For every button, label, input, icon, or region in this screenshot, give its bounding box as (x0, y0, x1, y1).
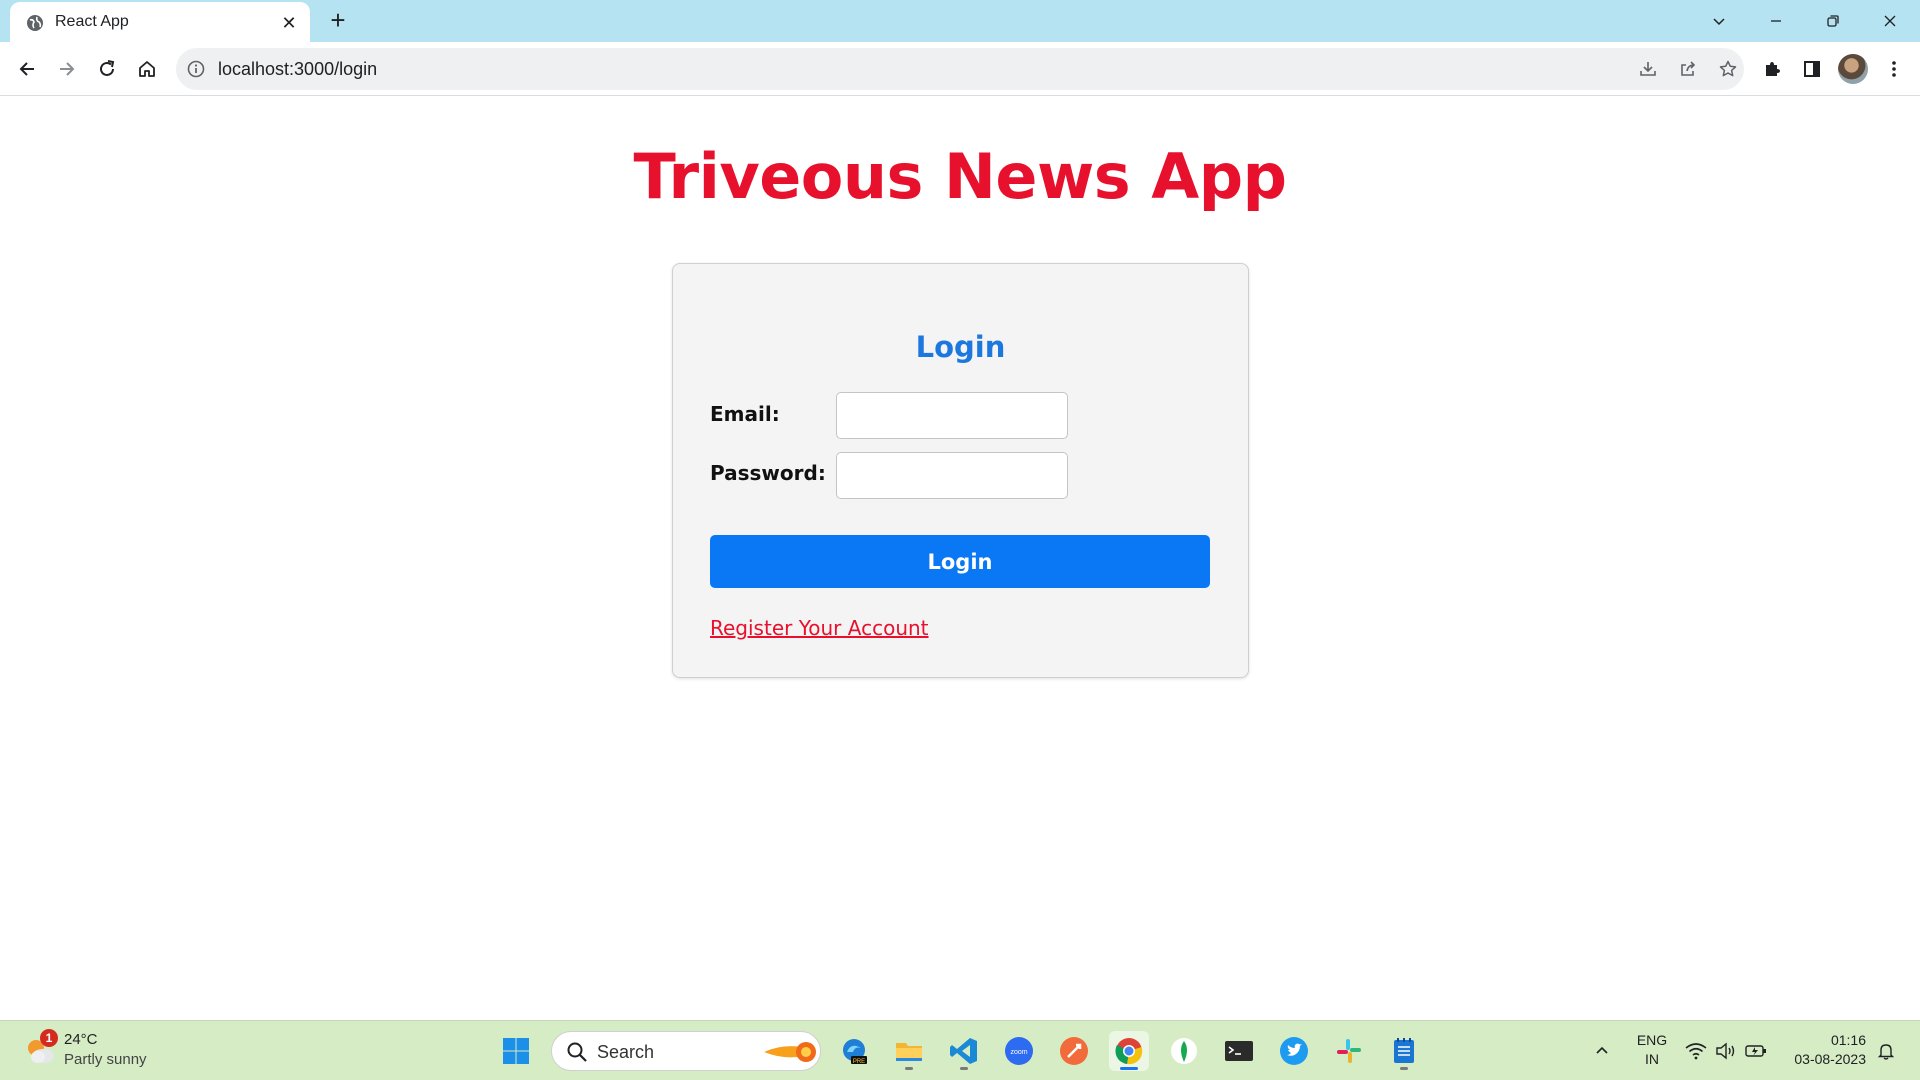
running-indicator (905, 1067, 913, 1070)
svg-text:PRE: PRE (853, 1059, 865, 1065)
login-card: Login Email: Password: Login Register Yo… (672, 263, 1249, 678)
clock-time: 01:16 (1830, 1032, 1866, 1048)
more-icon[interactable] (1878, 53, 1910, 85)
share-icon[interactable] (1676, 57, 1700, 81)
twitter-icon[interactable] (1274, 1031, 1314, 1071)
weather-description: Partly sunny (64, 1051, 147, 1068)
battery-icon[interactable] (1742, 1035, 1770, 1067)
search-icon (566, 1041, 588, 1063)
email-field[interactable] (836, 392, 1068, 439)
terminal-icon[interactable] (1219, 1031, 1259, 1071)
restore-icon[interactable] (1818, 6, 1848, 36)
svg-text:zoom: zoom (1010, 1049, 1027, 1056)
search-highlight-icon (762, 1038, 818, 1066)
install-icon[interactable] (1636, 57, 1660, 81)
plus-icon[interactable]: + (325, 7, 351, 34)
weather-temperature: 24°C (64, 1031, 98, 1048)
chrome-icon[interactable] (1109, 1031, 1149, 1071)
clock-date: 03-08-2023 (1794, 1051, 1866, 1067)
address-bar[interactable]: localhost:3000/login (176, 48, 1744, 90)
back-icon[interactable] (11, 53, 43, 85)
close-icon[interactable]: ✕ (278, 12, 300, 34)
register-link[interactable]: Register Your Account (710, 616, 929, 640)
taskbar-search[interactable]: Search (551, 1031, 821, 1071)
url-text[interactable]: localhost:3000/login (218, 59, 377, 80)
reload-icon[interactable] (91, 53, 123, 85)
volume-icon[interactable] (1712, 1035, 1740, 1067)
form-title: Login (915, 330, 1006, 364)
taskbar-search-placeholder: Search (597, 1042, 655, 1062)
windows-start-icon[interactable] (496, 1031, 536, 1071)
running-indicator (1400, 1067, 1408, 1070)
puzzle-icon[interactable] (1756, 53, 1788, 85)
taskbar: 1 24°C Partly sunny Search PRE zoom ENG … (0, 1020, 1920, 1080)
edge-dev-icon[interactable]: PRE (834, 1031, 874, 1071)
minimize-icon[interactable] (1761, 6, 1791, 36)
region-code: IN (1645, 1051, 1659, 1067)
browser-tab[interactable]: React App ✕ (10, 2, 310, 42)
notepad-icon[interactable] (1384, 1031, 1424, 1071)
language-indicator[interactable]: ENG IN (1634, 1031, 1670, 1069)
globe-icon (26, 14, 44, 32)
window-close-icon[interactable] (1875, 6, 1905, 36)
active-indicator (1120, 1067, 1138, 1070)
password-label: Password: (710, 461, 826, 485)
chevron-down-icon[interactable] (1704, 6, 1734, 36)
forward-icon[interactable] (51, 53, 83, 85)
running-indicator (960, 1067, 968, 1070)
bell-icon[interactable] (1872, 1035, 1900, 1067)
mongodb-icon[interactable] (1164, 1031, 1204, 1071)
page-title: Triveous News App (633, 140, 1287, 213)
tab-title: React App (55, 13, 129, 30)
login-button[interactable]: Login (710, 535, 1210, 588)
system-clock[interactable]: 01:16 03-08-2023 (1782, 1031, 1866, 1069)
wifi-icon[interactable] (1682, 1035, 1710, 1067)
password-field[interactable] (836, 452, 1068, 499)
star-icon[interactable] (1716, 57, 1740, 81)
slack-icon[interactable] (1329, 1031, 1369, 1071)
postman-icon[interactable] (1054, 1031, 1094, 1071)
vscode-icon[interactable] (944, 1031, 984, 1071)
side-panel-icon[interactable] (1796, 53, 1828, 85)
info-icon[interactable] (186, 59, 206, 79)
zoom-icon[interactable]: zoom (999, 1031, 1039, 1071)
email-label: Email: (710, 402, 780, 426)
chevron-up-icon[interactable] (1588, 1035, 1616, 1067)
file-explorer-icon[interactable] (889, 1031, 929, 1071)
browser-toolbar: localhost:3000/login (0, 42, 1920, 96)
browser-tab-strip: React App ✕ + (0, 0, 1920, 42)
avatar[interactable] (1838, 54, 1868, 84)
home-icon[interactable] (131, 53, 163, 85)
language-code: ENG (1636, 1032, 1668, 1048)
notification-badge: 1 (40, 1029, 58, 1047)
